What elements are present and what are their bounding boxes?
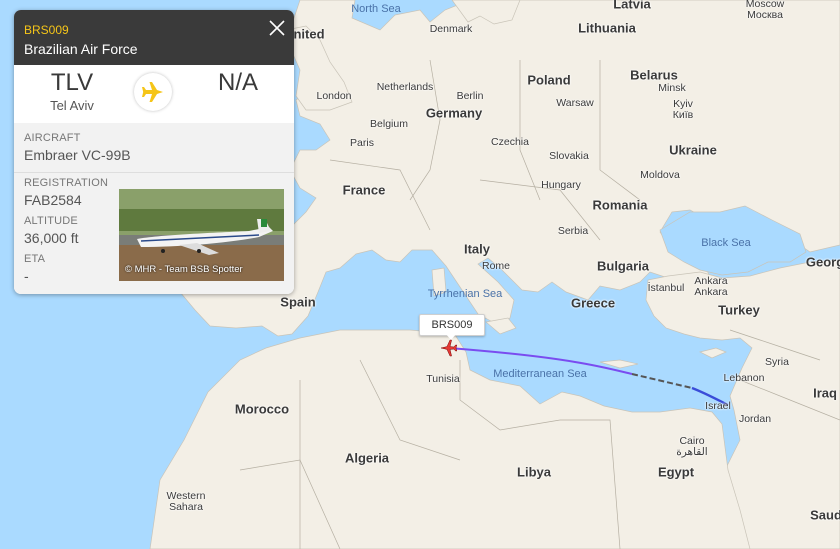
photo-credit: © MHR - Team BSB Spotter (125, 264, 243, 275)
route-plane-badge (134, 73, 172, 111)
route-section: TLV Tel Aviv N/A (14, 65, 294, 124)
eta-label: ETA (24, 253, 46, 265)
aircraft-photo[interactable]: © MHR - Team BSB Spotter (119, 189, 284, 281)
registration-value: FAB2584 (24, 192, 82, 208)
flight-details: AIRCRAFT Embraer VC-99B REGISTRATION FAB… (14, 123, 294, 294)
panel-header: BRS009 Brazilian Air Force (14, 10, 294, 65)
map-flight-label-pointer (446, 334, 456, 340)
flight-operator: Brazilian Air Force (24, 41, 138, 57)
aircraft-label: AIRCRAFT (24, 132, 81, 144)
destination-airport-code: N/A (217, 69, 258, 96)
close-icon (269, 20, 285, 36)
aircraft-type: Embraer VC-99B (24, 147, 131, 163)
airplane-icon (142, 82, 163, 102)
sardinia (431, 267, 447, 297)
origin-city: Tel Aviv (50, 98, 94, 113)
altitude-value: 36,000 ft (24, 230, 79, 246)
registration-label: REGISTRATION (24, 177, 109, 189)
flight-info-panel: BRS009 Brazilian Air Force TLV Tel Aviv … (14, 10, 294, 294)
close-button[interactable] (268, 19, 286, 37)
eta-value: - (24, 268, 29, 284)
flight-callsign: BRS009 (24, 23, 69, 37)
map-flight-label[interactable]: BRS009 (419, 314, 485, 336)
details-divider (14, 172, 294, 173)
origin-airport-code[interactable]: TLV (24, 69, 120, 97)
altitude-label: ALTITUDE (24, 215, 78, 227)
